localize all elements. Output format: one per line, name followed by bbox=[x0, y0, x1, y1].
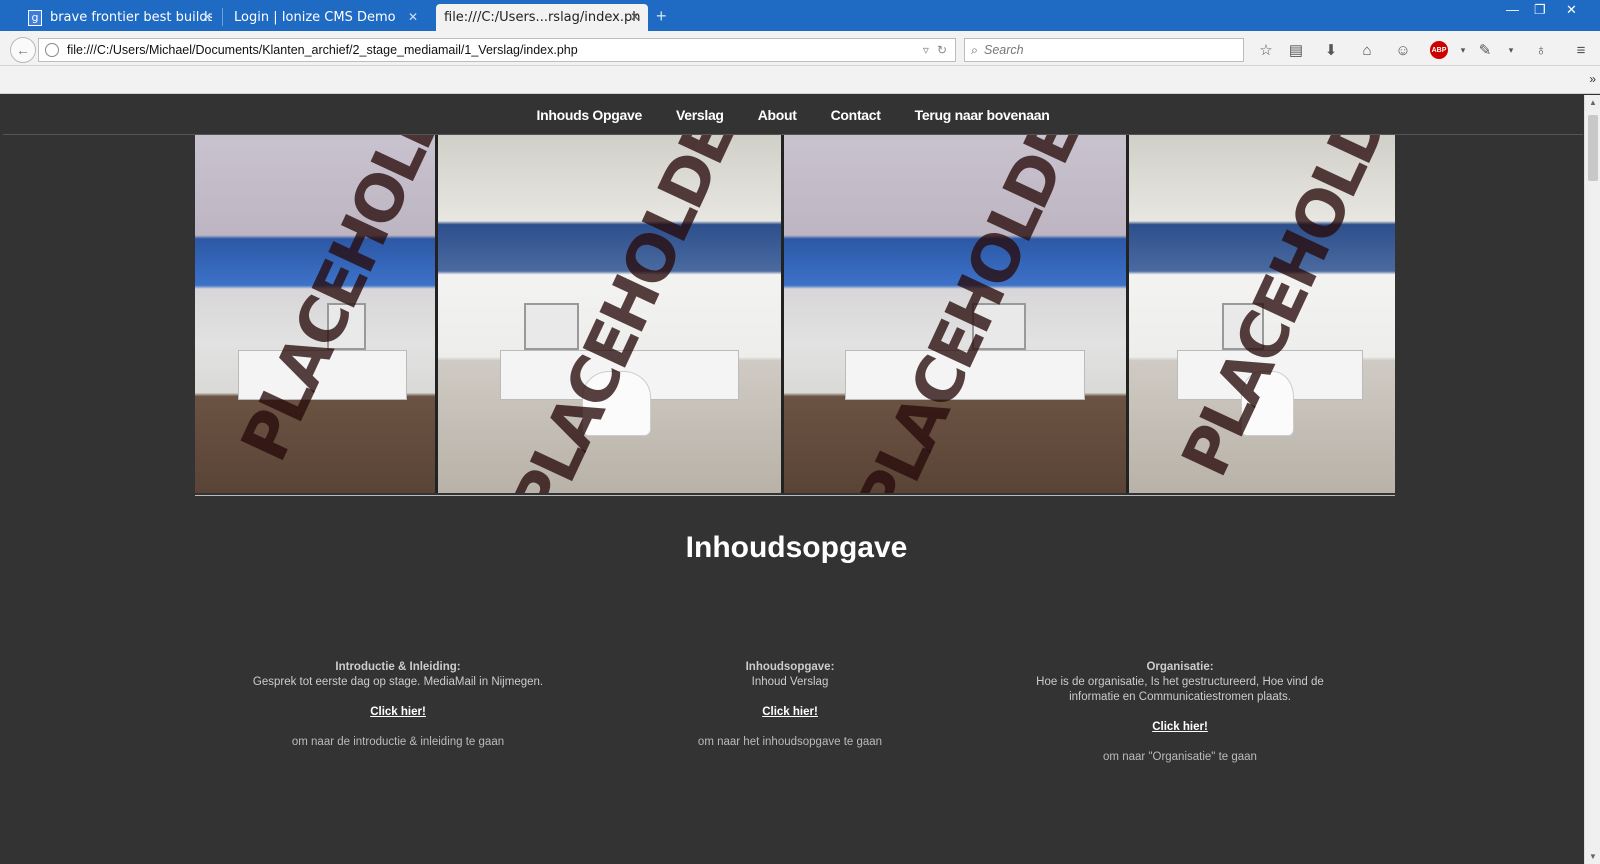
tab-separator bbox=[222, 8, 223, 26]
nav-link-about[interactable]: About bbox=[758, 107, 797, 123]
monitor-shape bbox=[523, 303, 579, 350]
placeholder-watermark: PLACEHOLDER bbox=[1168, 135, 1395, 488]
click-hier-link[interactable]: Click hier! bbox=[1152, 720, 1208, 735]
web-page: Inhouds Opgave Verslag About Contact Ter… bbox=[3, 95, 1583, 864]
click-hier-link[interactable]: Click hier! bbox=[762, 705, 818, 720]
search-input[interactable]: ⌕ Search bbox=[964, 38, 1244, 62]
column-note: om naar het inhoudsopgave te gaan bbox=[697, 736, 883, 748]
menu-icon[interactable]: ≡ bbox=[1570, 40, 1592, 60]
nav-link-contact[interactable]: Contact bbox=[831, 107, 881, 123]
browser-tab-bar: g brave frontier best builds - ... ✕ Log… bbox=[0, 0, 1600, 31]
nav-link-terug-naar-bovenaan[interactable]: Terug naar bovenaan bbox=[915, 107, 1050, 123]
click-hier-link[interactable]: Click hier! bbox=[370, 705, 426, 720]
download-icon[interactable]: ⬇ bbox=[1320, 40, 1342, 60]
office-photo: PLACEHOLDER bbox=[438, 135, 781, 493]
extension-icon[interactable]: ✎ bbox=[1474, 40, 1496, 60]
tab-index-php[interactable]: file:///C:/Users...rslag/index.php ✕ bbox=[436, 4, 648, 31]
placeholder-watermark: PLACEHOLDER bbox=[844, 135, 1114, 493]
office-photo: PLACEHOLDER bbox=[1128, 135, 1395, 493]
adblock-icon: ABP bbox=[1430, 41, 1448, 59]
close-icon[interactable]: ✕ bbox=[202, 10, 212, 24]
column-title: Organisatie: bbox=[1146, 661, 1214, 673]
arrow-left-icon: ← bbox=[16, 42, 30, 58]
lightbulb-icon[interactable]: ♁ bbox=[1530, 40, 1552, 60]
section-divider bbox=[195, 495, 1395, 496]
image-gallery: PLACEHOLDER PLACEHOLDER PLACEHOLDER PLAC… bbox=[195, 135, 1395, 493]
column-introductie: Introductie & Inleiding: Gesprek tot eer… bbox=[248, 660, 548, 750]
tab-label: file:///C:/Users...rslag/index.php bbox=[444, 10, 640, 25]
restore-icon[interactable]: ❐ bbox=[1534, 2, 1546, 18]
url-text[interactable]: file:///C:/Users/Michael/Documents/Klant… bbox=[67, 43, 923, 57]
dropdown-icon[interactable]: ▿ bbox=[923, 43, 929, 57]
adblock-dropdown-icon[interactable]: ▾ bbox=[1452, 40, 1474, 60]
chevron-right-icon[interactable]: » bbox=[1589, 72, 1596, 86]
column-title: Introductie & Inleiding: bbox=[335, 661, 461, 673]
bookmarks-toolbar: » bbox=[0, 66, 1600, 94]
column-note: om naar de introductie & inleiding te ga… bbox=[291, 736, 505, 748]
home-icon[interactable]: ⌂ bbox=[1356, 40, 1378, 60]
column-text: Inhoud Verslag bbox=[751, 676, 829, 688]
tab-ionize-login[interactable]: Login | Ionize CMS Demo ✕ bbox=[226, 4, 426, 31]
scroll-up-icon[interactable]: ▲ bbox=[1589, 98, 1597, 107]
office-photo: PLACEHOLDER bbox=[195, 135, 436, 493]
vertical-scrollbar[interactable]: ▲ ▼ bbox=[1584, 95, 1600, 864]
site-navigation: Inhouds Opgave Verslag About Contact Ter… bbox=[3, 95, 1583, 135]
close-icon[interactable]: ✕ bbox=[408, 10, 418, 24]
url-bar[interactable]: file:///C:/Users/Michael/Documents/Klant… bbox=[38, 38, 956, 62]
google-icon: g bbox=[28, 9, 42, 26]
window-close-icon[interactable]: ✕ bbox=[1566, 2, 1577, 18]
column-inhoudsopgave: Inhoudsopgave: Inhoud Verslag Click hier… bbox=[640, 660, 940, 750]
extension-dropdown-icon[interactable]: ▾ bbox=[1500, 40, 1522, 60]
search-placeholder: Search bbox=[984, 43, 1024, 57]
chat-icon[interactable]: ☺ bbox=[1392, 40, 1414, 60]
office-photo: PLACEHOLDER bbox=[783, 135, 1126, 493]
globe-icon bbox=[45, 43, 59, 57]
reading-list-icon[interactable]: ▤ bbox=[1285, 40, 1307, 60]
column-text: Gesprek tot eerste dag op stage. MediaMa… bbox=[252, 676, 544, 688]
minimize-icon[interactable]: — bbox=[1506, 2, 1519, 17]
new-tab-icon[interactable]: + bbox=[656, 6, 667, 27]
tab-brave-frontier[interactable]: g brave frontier best builds - ... ✕ bbox=[20, 4, 220, 31]
search-icon: ⌕ bbox=[971, 42, 979, 57]
close-icon[interactable]: ✕ bbox=[630, 10, 640, 24]
adblock-button[interactable]: ABP bbox=[1428, 40, 1450, 60]
nav-link-verslag[interactable]: Verslag bbox=[676, 107, 724, 123]
scrollbar-thumb[interactable] bbox=[1588, 115, 1598, 181]
column-title: Inhoudsopgave: bbox=[745, 661, 835, 673]
star-icon[interactable]: ☆ bbox=[1255, 40, 1277, 60]
tab-label: Login | Ionize CMS Demo bbox=[234, 10, 396, 25]
browser-toolbar: ← file:///C:/Users/Michael/Documents/Kla… bbox=[0, 31, 1600, 66]
placeholder-watermark: PLACEHOLDER bbox=[227, 135, 436, 473]
column-text: Hoe is de organisatie, Is het gestructur… bbox=[1036, 676, 1324, 703]
back-button[interactable]: ← bbox=[10, 37, 36, 63]
column-note: om naar "Organisatie" te gaan bbox=[1103, 751, 1257, 763]
nav-link-inhouds-opgave[interactable]: Inhouds Opgave bbox=[536, 107, 642, 123]
reload-icon[interactable]: ↻ bbox=[937, 43, 947, 57]
page-title: Inhoudsopgave bbox=[685, 531, 908, 564]
scroll-down-icon[interactable]: ▼ bbox=[1589, 852, 1597, 861]
column-organisatie: Organisatie: Hoe is de organisatie, Is h… bbox=[1030, 660, 1330, 765]
tab-label: brave frontier best builds - ... bbox=[49, 10, 212, 25]
